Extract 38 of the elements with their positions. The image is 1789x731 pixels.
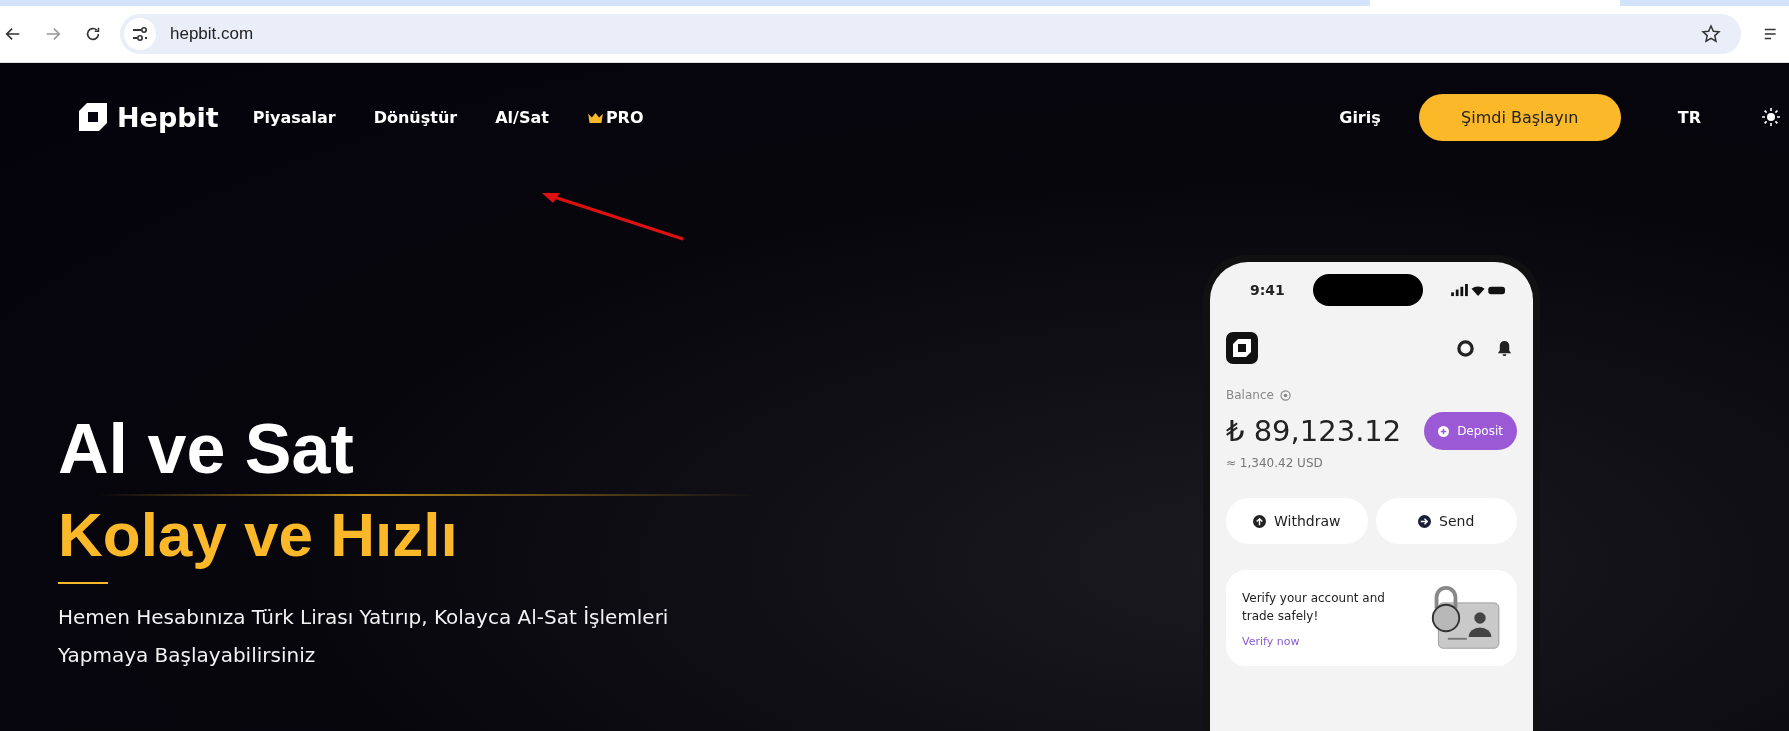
nav-link[interactable]: PRO <box>586 107 644 127</box>
verify-message: Verify your account and trade safely! <box>1242 589 1386 625</box>
sun-icon[interactable] <box>1761 107 1781 127</box>
verify-link[interactable]: Verify now <box>1242 634 1392 648</box>
address-bar[interactable]: hepbit.com <box>120 14 1741 54</box>
logo-icon[interactable] <box>77 101 109 133</box>
hero-title: Al ve Sat <box>58 411 355 488</box>
balance-usd: ≈ 1,340.42 USD <box>1226 456 1324 470</box>
hero-subtitle: Kolay ve Hızlı <box>58 499 459 571</box>
reload-icon[interactable] <box>84 25 102 43</box>
get-started-button[interactable]: Şimdi Başlayın <box>1418 93 1621 141</box>
support-ring-icon[interactable] <box>1457 339 1474 357</box>
bookmark-star-icon[interactable] <box>1701 24 1721 44</box>
balance-label: Balance <box>1226 388 1274 402</box>
nav-link[interactable]: Piyasalar <box>252 107 336 127</box>
language-selector[interactable]: TR <box>1677 107 1701 127</box>
hero-description: Hemen Hesabınıza Türk Lirası Yatırıp, Kolayca Al-Sat İşlemleri Yapmaya Başlayabilirsiniz <box>58 604 670 670</box>
forward-icon[interactable] <box>44 25 62 43</box>
status-icons <box>1451 283 1507 297</box>
action-button[interactable]: Withdraw <box>1226 498 1368 544</box>
crown-icon <box>586 111 604 123</box>
status-time: 9:41 <box>1250 282 1285 298</box>
arrow-right-icon <box>1418 514 1432 528</box>
plus-circle-icon <box>1438 425 1450 437</box>
site-settings-icon[interactable] <box>124 18 156 50</box>
back-icon[interactable] <box>4 25 22 43</box>
login-link[interactable]: Giriş <box>1339 107 1381 127</box>
url-text: hepbit.com <box>170 24 255 44</box>
balance-amount: ₺ 89,123.12 <box>1226 414 1402 448</box>
logo-text[interactable]: Hepbit <box>117 101 219 133</box>
nav-link[interactable]: Dönüştür <box>373 107 458 127</box>
bell-icon[interactable] <box>1496 339 1513 357</box>
nav-link[interactable]: Al/Sat <box>495 107 549 127</box>
eye-icon[interactable] <box>1279 389 1291 401</box>
action-button[interactable]: Send <box>1375 498 1517 544</box>
arrow-up-icon <box>1253 514 1266 528</box>
app-logo-icon <box>1226 332 1258 364</box>
deposit-button[interactable]: Deposit <box>1424 412 1517 450</box>
